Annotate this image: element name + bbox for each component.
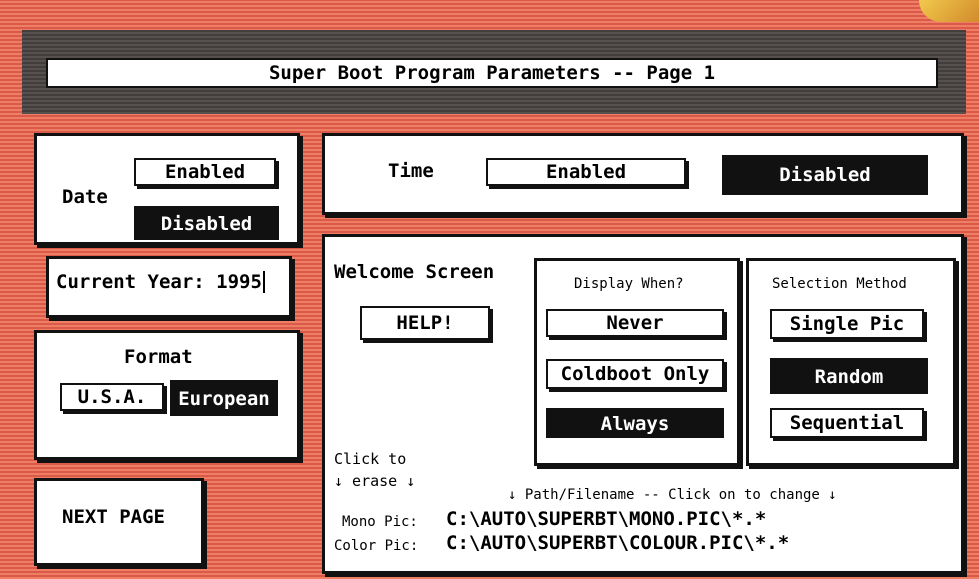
display-when-label: Display When? (574, 276, 684, 292)
mono-pic-label: Mono Pic: (342, 514, 418, 530)
format-usa-button[interactable]: U.S.A. (60, 383, 164, 411)
single-pic-button[interactable]: Single Pic (770, 309, 924, 339)
welcome-screen-label: Welcome Screen (334, 261, 495, 283)
selection-method-label: Selection Method (772, 276, 907, 292)
format-european-button[interactable]: European (170, 380, 278, 416)
date-enabled-button[interactable]: Enabled (134, 158, 276, 186)
color-pic-path[interactable]: C:\AUTO\SUPERBT\COLOUR.PIC\*.* (446, 532, 789, 554)
current-year-value[interactable]: 1995 (216, 271, 262, 293)
time-label: Time (388, 160, 434, 182)
time-disabled-button[interactable]: Disabled (722, 155, 928, 195)
color-pic-label: Color Pic: (334, 538, 419, 554)
format-label: Format (124, 346, 193, 368)
current-year-field[interactable]: Current Year: 1995 (56, 271, 265, 293)
next-page-button[interactable]: NEXT PAGE (62, 506, 165, 528)
help-button[interactable]: HELP! (360, 306, 490, 340)
page-title: Super Boot Program Parameters -- Page 1 (46, 58, 938, 88)
erase-hint-line2: ↓ erase ↓ (334, 472, 416, 490)
random-button[interactable]: Random (770, 358, 928, 394)
erase-hint-line1: Click to (334, 450, 407, 468)
date-label: Date (62, 186, 108, 208)
mono-pic-path[interactable]: C:\AUTO\SUPERBT\MONO.PIC\*.* (446, 508, 766, 530)
date-disabled-button[interactable]: Disabled (134, 206, 279, 240)
display-coldboot-button[interactable]: Coldboot Only (546, 359, 724, 389)
path-hint: ↓ Path/Filename -- Click on to change ↓ (508, 487, 837, 503)
time-enabled-button[interactable]: Enabled (486, 158, 686, 186)
sequential-button[interactable]: Sequential (770, 408, 924, 438)
current-year-label: Current Year: (56, 271, 205, 293)
display-always-button[interactable]: Always (546, 408, 724, 438)
display-never-button[interactable]: Never (546, 309, 724, 337)
